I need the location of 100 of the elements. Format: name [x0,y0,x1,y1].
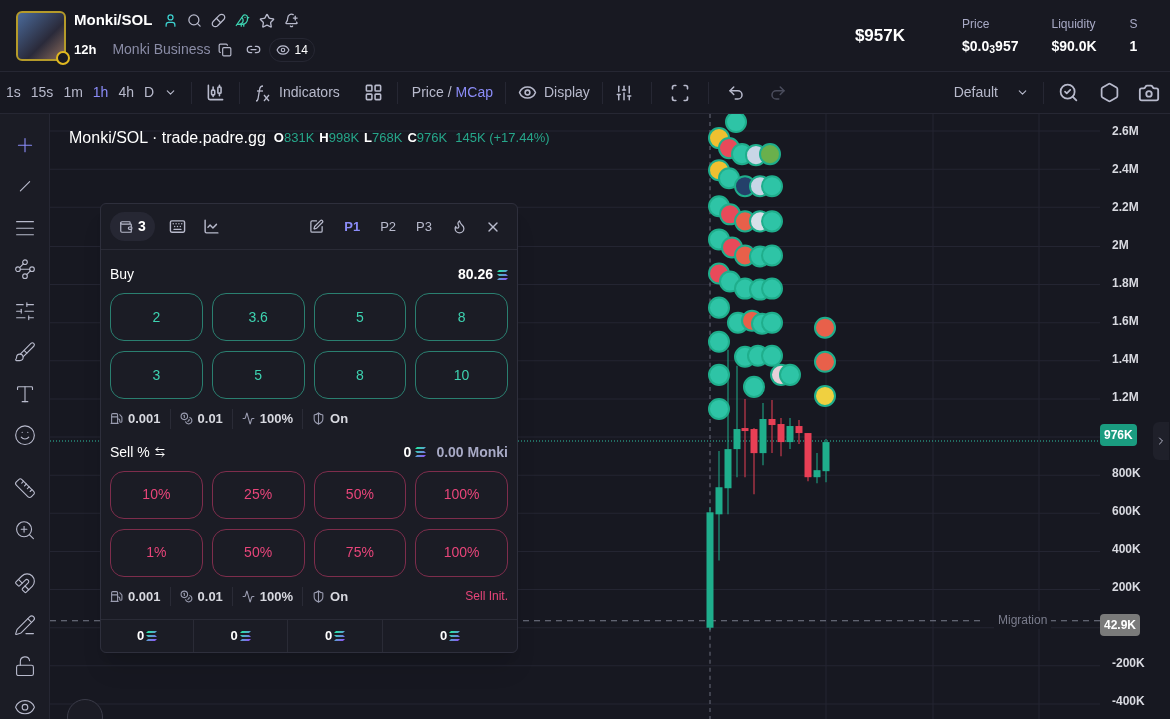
toggle-separator: / [447,83,452,102]
trade-marker[interactable] [779,363,801,386]
sliders-icon[interactable] [614,83,633,102]
setting-value: 100% [259,587,294,606]
sell-percent-button[interactable]: 75% [313,528,407,577]
trade-marker[interactable] [814,384,836,407]
preset-tab[interactable]: P3 [416,216,432,237]
stat-value: $0.0$_{3}$957 [962,36,1019,57]
trade-marker[interactable] [761,311,783,334]
trade-marker[interactable] [761,244,783,267]
fullscreen-icon[interactable] [669,82,690,103]
display-button[interactable]: Display [517,82,590,103]
copy-icon[interactable] [218,42,233,57]
y-axis-label: -400K [1112,693,1145,710]
emoji-icon[interactable] [12,423,37,447]
layout-dropdown[interactable]: Default [953,82,1029,103]
wallet-sol-amount: 0 [439,627,448,646]
ohlc-value: C976K [407,129,448,148]
solana-icon [415,447,427,457]
sell-percent-button[interactable]: 100% [415,470,508,519]
trade-marker[interactable] [761,277,783,300]
indicators-button[interactable]: Indicators [254,82,340,103]
sell-percent-button[interactable]: 50% [211,528,305,577]
trade-marker[interactable] [708,330,730,353]
preset-tab[interactable]: P2 [380,216,397,237]
brush-icon[interactable] [12,341,37,364]
pencil-icon[interactable] [12,613,37,637]
token-photo-placeholder [16,10,66,61]
setting-value: 0.001 [128,410,161,428]
sell-percent-button[interactable]: 10% [110,470,203,519]
star-icon[interactable] [259,12,276,29]
trade-marker[interactable] [708,296,730,319]
interval-tab[interactable]: 1m [63,82,83,103]
candles-icon[interactable] [206,83,226,102]
trade-marker[interactable] [718,167,740,190]
y-axis-label: -200K [1112,655,1145,672]
bell-plus-icon[interactable] [284,13,300,28]
quick-search-icon[interactable] [1058,82,1079,103]
buy-amount-button[interactable]: 5 [313,293,407,341]
token-held: 0.00 Monki [436,442,508,462]
y-axis-label: 1.8M [1112,275,1139,292]
trade-marker[interactable] [761,210,783,233]
buy-amount-button[interactable]: 2 [110,293,203,341]
migration-price-badge: 42.9K [1100,614,1141,636]
y-axis-label: 2.2M [1112,199,1139,216]
slippage-icon [241,589,255,603]
setting-value: On [330,410,349,428]
trade-marker[interactable] [743,375,765,398]
sell-percent-button[interactable]: 100% [415,528,508,577]
wallets-button[interactable]: 3 [110,212,155,241]
preset-tab[interactable]: P1 [344,216,361,237]
grid-icon[interactable] [363,83,383,102]
edit-icon[interactable] [309,219,325,234]
swap-icon[interactable] [153,446,166,458]
ruler-icon[interactable] [12,477,37,500]
magnet-icon[interactable] [12,572,37,595]
trade-marker[interactable] [759,143,781,166]
user-icon[interactable] [163,13,179,28]
sell-init-link[interactable]: Sell Init. [465,587,508,606]
price-toggle[interactable]: Price [411,82,444,103]
eye-icon [517,83,537,102]
search-icon[interactable] [187,13,203,28]
trade-marker[interactable] [708,363,730,386]
sell-percent-button[interactable]: 50% [313,470,407,519]
interval-tab[interactable]: 1s [6,82,21,103]
sell-percent-button[interactable]: 25% [211,470,305,519]
mcap-toggle[interactable]: MCap [455,82,493,103]
y-axis-label: 1.2M [1112,389,1139,406]
shield-icon [312,412,326,426]
sell-percent-button[interactable]: 1% [110,528,203,577]
solana-icon [146,631,158,641]
buy-amount-button[interactable]: 8 [313,351,407,399]
trade-marker[interactable] [725,114,747,134]
keyboard-icon[interactable] [168,218,186,235]
coins-icon [179,589,193,603]
buy-amount-button[interactable]: 8 [415,293,508,341]
fuel-icon [110,589,123,603]
interval-tab[interactable]: 1h [92,82,109,103]
interval-tab[interactable]: D [144,82,155,103]
interval-tab[interactable]: 4h [118,82,134,103]
buy-amount-button[interactable]: 5 [211,351,305,399]
buy-amount-button[interactable]: 3.6 [211,293,305,341]
trade-marker[interactable] [761,344,783,367]
pill-icon[interactable] [211,13,227,28]
trade-marker[interactable] [761,175,783,198]
stat-label: S [1129,15,1138,33]
interval-tab[interactable]: 15s [30,82,54,103]
flame-icon[interactable] [452,219,467,234]
solana-icon [449,631,461,641]
pattern-icon[interactable] [12,258,37,281]
trade-marker[interactable] [708,397,730,420]
undo-icon[interactable] [726,83,745,102]
settings-icon[interactable] [1099,82,1120,103]
token-age: 12h [74,41,97,59]
trade-marker[interactable] [814,350,836,373]
bird-icon[interactable] [235,13,251,28]
buy-amount-button[interactable]: 3 [110,351,203,399]
line-chart-icon[interactable] [202,218,220,235]
buy-amount-button[interactable]: 10 [415,351,508,399]
trade-marker[interactable] [814,316,836,339]
